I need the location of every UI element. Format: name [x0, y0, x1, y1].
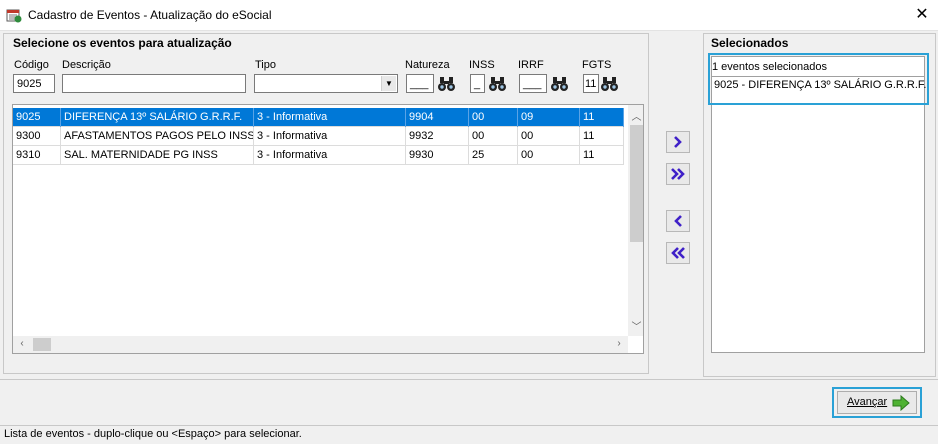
close-icon[interactable]: ✕ [910, 4, 934, 26]
cell-natureza: 9930 [406, 146, 469, 165]
chevron-up-icon[interactable]: ︿ [628, 108, 643, 123]
cell-tipo: 3 - Informativa [254, 146, 406, 165]
status-bar: Lista de eventos - duplo-clique ou <Espa… [0, 426, 938, 444]
window-title: Cadastro de Eventos - Atualização do eSo… [28, 8, 272, 22]
cell-descricao: SAL. MATERNIDADE PG INSS [61, 146, 254, 165]
inss-input[interactable]: _ [470, 74, 485, 93]
inss-label: INSS [469, 59, 495, 71]
scroll-thumb[interactable] [33, 338, 51, 351]
advance-button-label: Avançar [847, 396, 888, 408]
selected-highlight [708, 53, 929, 105]
advance-button[interactable]: Avançar [837, 391, 917, 414]
table-row[interactable]: 9300 AFASTAMENTOS PAGOS PELO INSS 3 - In… [13, 127, 624, 146]
chevron-left-icon [674, 215, 682, 227]
chevron-down-icon[interactable]: ▼ [381, 76, 396, 91]
selected-group-title: Selecionados [710, 36, 790, 50]
double-chevron-right-icon [671, 168, 685, 180]
codigo-label: Código [14, 59, 49, 71]
button-bar [0, 379, 938, 426]
natureza-input[interactable]: ___ [406, 74, 434, 93]
chevron-left-icon[interactable]: ‹ [16, 338, 28, 349]
cell-codigo: 9310 [13, 146, 61, 165]
irrf-label: IRRF [518, 59, 544, 71]
scroll-thumb[interactable] [630, 125, 643, 242]
cell-tipo: 3 - Informativa [254, 108, 406, 127]
binoculars-icon[interactable] [600, 75, 620, 93]
cell-tipo: 3 - Informativa [254, 127, 406, 146]
events-group-title: Selecione os eventos para atualização [12, 36, 233, 50]
codigo-input[interactable]: 9025 [13, 74, 55, 93]
remove-all-button[interactable] [666, 242, 690, 264]
fgts-input[interactable]: 11 [583, 74, 599, 93]
binoculars-icon[interactable] [437, 75, 457, 93]
cell-natureza: 9904 [406, 108, 469, 127]
title-bar: Cadastro de Eventos - Atualização do eSo… [0, 0, 938, 31]
remove-selected-button[interactable] [666, 210, 690, 232]
arrow-right-icon [892, 395, 910, 411]
cell-descricao: DIFERENÇA 13º SALÁRIO G.R.R.F. [61, 108, 254, 127]
cell-irrf: 00 [518, 146, 580, 165]
cell-codigo: 9300 [13, 127, 61, 146]
cell-irrf: 09 [518, 108, 580, 127]
chevron-right-icon [674, 136, 682, 148]
table-row[interactable]: 9025 DIFERENÇA 13º SALÁRIO G.R.R.F. 3 - … [13, 108, 624, 127]
cell-descricao: AFASTAMENTOS PAGOS PELO INSS [61, 127, 254, 146]
cell-irrf: 00 [518, 127, 580, 146]
events-grid[interactable]: 9025 DIFERENÇA 13º SALÁRIO G.R.R.F. 3 - … [12, 104, 644, 354]
cell-fgts: 11 [580, 108, 624, 127]
add-selected-button[interactable] [666, 131, 690, 153]
cell-fgts: 11 [580, 127, 624, 146]
double-chevron-left-icon [671, 247, 685, 259]
cell-inss: 00 [469, 108, 518, 127]
chevron-right-icon[interactable]: › [613, 338, 625, 349]
horizontal-scrollbar[interactable]: ‹ › [13, 336, 628, 353]
app-icon [6, 9, 22, 23]
cell-inss: 25 [469, 146, 518, 165]
cell-codigo: 9025 [13, 108, 61, 127]
vertical-scrollbar[interactable]: ︿ ﹀ [628, 105, 643, 336]
cell-inss: 00 [469, 127, 518, 146]
table-row[interactable]: 9310 SAL. MATERNIDADE PG INSS 3 - Inform… [13, 146, 624, 165]
chevron-down-icon[interactable]: ﹀ [628, 318, 643, 333]
fgts-label: FGTS [582, 59, 612, 71]
tipo-select[interactable]: ▼ [254, 74, 398, 93]
add-all-button[interactable] [666, 163, 690, 185]
descricao-input[interactable] [62, 74, 246, 93]
tipo-label: Tipo [255, 59, 276, 71]
binoculars-icon[interactable] [550, 75, 570, 93]
cell-fgts: 11 [580, 146, 624, 165]
descricao-label: Descrição [62, 59, 111, 71]
irrf-input[interactable]: ___ [519, 74, 547, 93]
binoculars-icon[interactable] [488, 75, 508, 93]
natureza-label: Natureza [405, 59, 450, 71]
cell-natureza: 9932 [406, 127, 469, 146]
status-text: Lista de eventos - duplo-clique ou <Espa… [4, 428, 302, 440]
